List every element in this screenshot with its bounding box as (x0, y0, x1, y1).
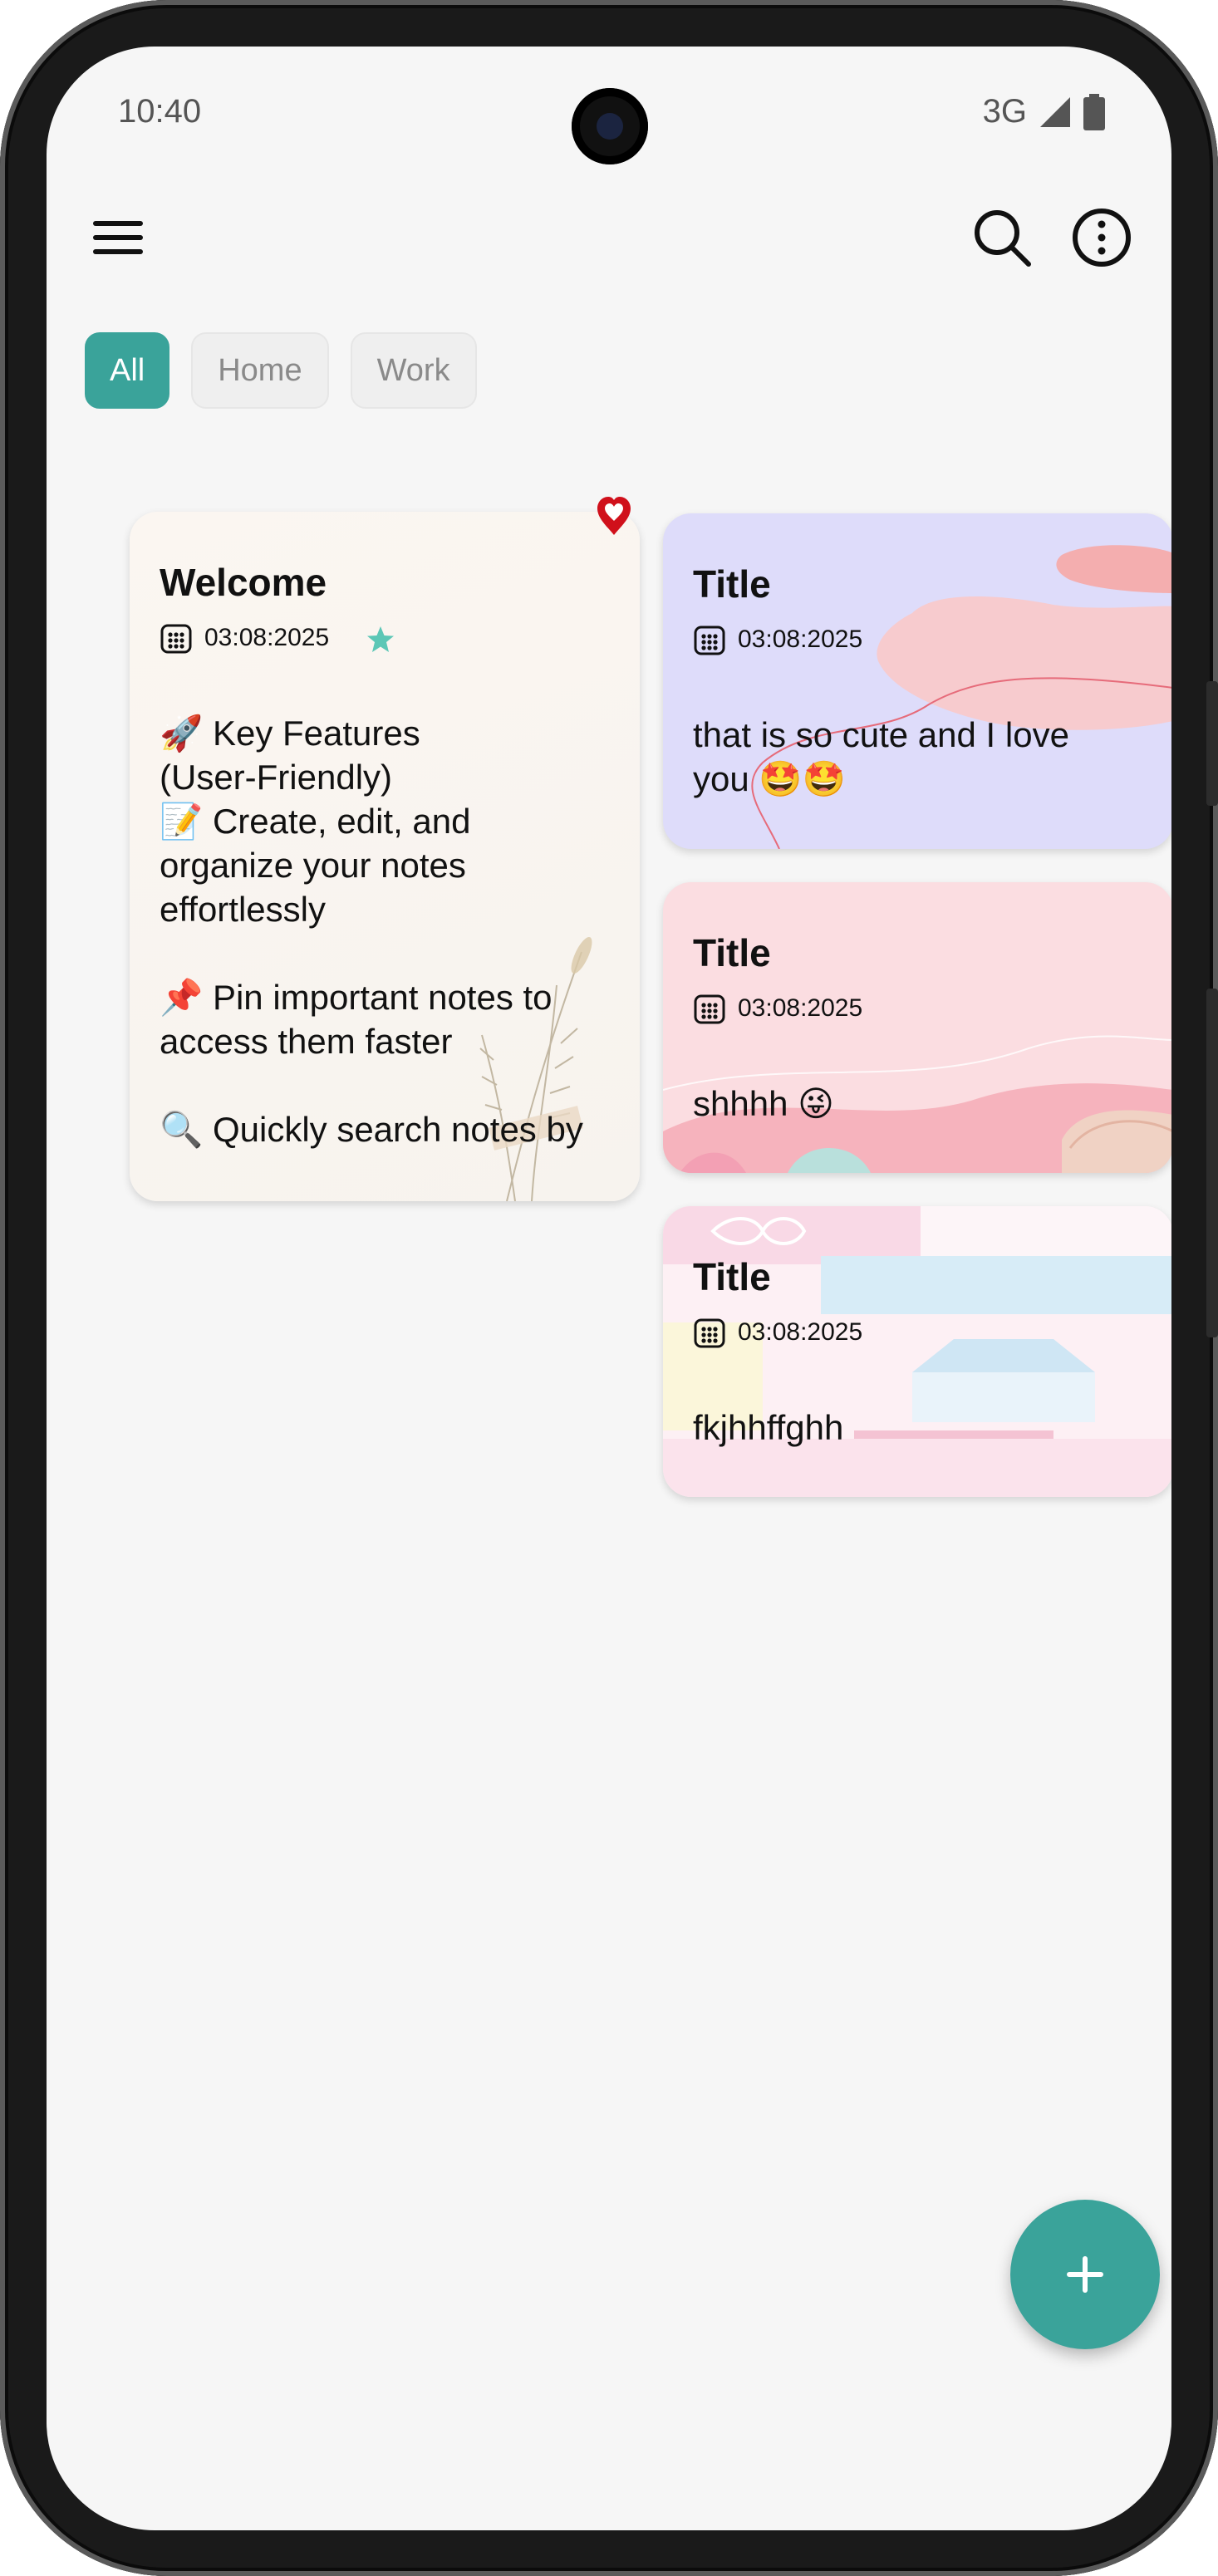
status-indicators: 3G (983, 93, 1105, 130)
calendar-icon (694, 626, 725, 655)
star-icon (367, 626, 394, 652)
note-date: 03:08:2025 (693, 1316, 862, 1349)
search-icon[interactable] (969, 204, 1035, 271)
filter-chips: All Home Work (85, 332, 477, 409)
note-date: 03:08:2025 (693, 992, 862, 1025)
note-date-text: 03:08:2025 (738, 1318, 863, 1346)
filter-chip-home[interactable]: Home (191, 332, 329, 409)
phone-frame: 10:40 3G All Home Work Welcome 03:08:202… (0, 0, 1218, 2576)
note-date: 03:08:2025 (693, 623, 862, 656)
note-title: Welcome (160, 561, 327, 604)
signal-icon (1040, 96, 1070, 127)
note-date-text: 03:08:2025 (738, 626, 863, 653)
note-date: 03:08:2025 (160, 621, 329, 655)
menu-icon[interactable] (90, 213, 148, 263)
note-body: 🚀 Key Features (User-Friendly) 📝 Create,… (160, 714, 583, 1149)
note-card-welcome[interactable]: Welcome 03:08:2025 🚀 Key Features (User-… (130, 512, 640, 1201)
collage-decoration (663, 1206, 1171, 1497)
heart-icon[interactable] (595, 495, 633, 537)
note-date-text: 03:08:2025 (204, 624, 330, 651)
more-vertical-icon[interactable] (1070, 206, 1133, 269)
note-body: shhhh 😜 (693, 1084, 834, 1123)
note-body: that is so cute and I love you 🤩🤩 (693, 715, 1069, 798)
note-title: Title (693, 931, 771, 974)
note-title: Title (693, 1255, 771, 1298)
note-date-text: 03:08:2025 (738, 994, 863, 1022)
front-camera (572, 88, 648, 164)
battery-icon (1083, 93, 1105, 130)
volume-button (1206, 681, 1218, 806)
add-note-button[interactable] (1010, 2200, 1160, 2349)
filter-chip-all[interactable]: All (85, 332, 170, 409)
calendar-icon (160, 624, 192, 654)
wave-decoration (663, 1035, 1171, 1173)
note-card[interactable]: Title 03:08:2025 that is so cute and I l… (663, 513, 1171, 849)
note-card[interactable]: Title 03:08:2025 shhhh 😜 (663, 882, 1171, 1173)
calendar-icon (694, 1318, 725, 1348)
filter-chip-work[interactable]: Work (350, 332, 477, 409)
screen: 10:40 3G All Home Work Welcome 03:08:202… (47, 47, 1171, 2530)
plus-icon (1067, 2256, 1103, 2293)
note-title: Title (693, 562, 771, 606)
power-button (1206, 989, 1218, 1337)
note-body: fkjhhffghh (693, 1408, 844, 1447)
network-label: 3G (982, 93, 1027, 130)
status-time: 10:40 (118, 93, 202, 130)
note-card[interactable]: Title 03:08:2025 fkjhhffghh (663, 1206, 1171, 1497)
calendar-icon (694, 994, 725, 1024)
